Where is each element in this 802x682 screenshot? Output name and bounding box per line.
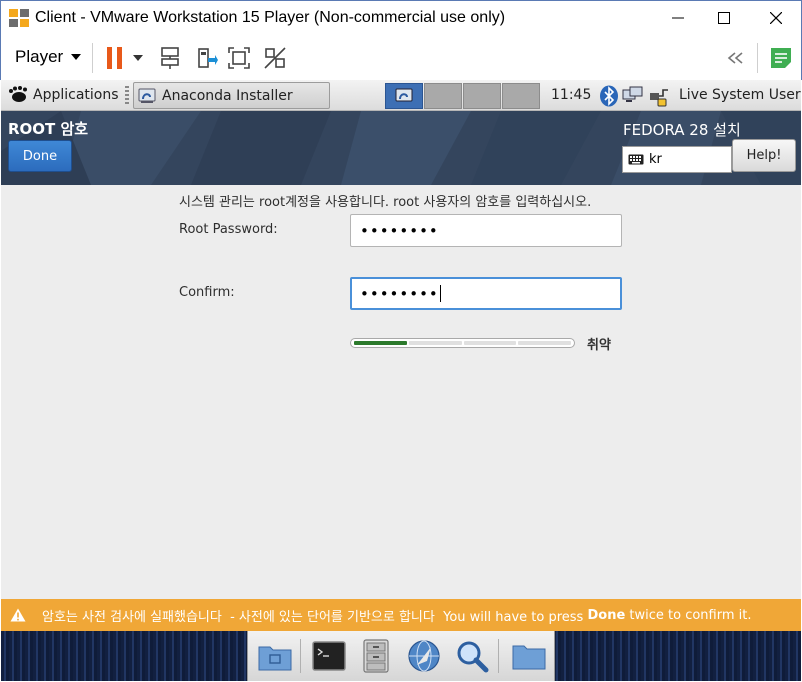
- notes-icon: [771, 48, 791, 68]
- root-password-value: ••••••••: [360, 221, 439, 240]
- anaconda-icon: [138, 88, 156, 103]
- file-cabinet-icon: [363, 639, 389, 673]
- folder-launcher[interactable]: [510, 637, 548, 675]
- gnome-top-panel: Applications Anaconda Installer 11:45 Li…: [1, 80, 801, 111]
- home-folder-launcher[interactable]: [256, 637, 294, 675]
- confirm-password-input[interactable]: ••••••••: [350, 277, 622, 310]
- clock[interactable]: 11:45: [551, 87, 591, 103]
- toolbar-divider: [757, 43, 758, 73]
- network-adapter-button[interactable]: [157, 45, 183, 71]
- search-icon: [457, 641, 489, 673]
- web-browser-icon: [408, 640, 440, 672]
- power-options-dropdown[interactable]: [131, 45, 145, 71]
- spoke-title: ROOT 암호: [8, 120, 89, 138]
- text-caret: [439, 285, 441, 302]
- vmware-logo-icon: [8, 8, 30, 28]
- strength-segment: [463, 341, 517, 345]
- strength-segment: [518, 341, 571, 345]
- workspace-2[interactable]: [424, 83, 462, 109]
- applications-menu[interactable]: Applications: [7, 86, 119, 104]
- dock-divider: [300, 639, 301, 673]
- folder-icon: [512, 645, 546, 670]
- bluetooth-icon: [600, 85, 618, 107]
- warning-message-suffix: twice to confirm it.: [625, 607, 752, 623]
- form-description: 시스템 관리는 root계정을 사용합니다. root 사용자의 암호를 입력하…: [179, 195, 592, 210]
- notes-button[interactable]: [768, 45, 794, 71]
- bottom-dock: [1, 631, 801, 681]
- panel-grip[interactable]: [125, 86, 129, 106]
- root-password-label: Root Password:: [179, 222, 278, 237]
- unity-button[interactable]: [262, 45, 288, 71]
- password-strength-label: 취약: [587, 338, 611, 353]
- workspace-3[interactable]: [463, 83, 501, 109]
- window-titlebar: Client - VMware Workstation 15 Player (N…: [0, 0, 802, 35]
- pause-icon: [107, 47, 122, 69]
- warning-icon: [10, 608, 26, 622]
- removable-devices-button[interactable]: [193, 45, 219, 71]
- file-cabinet-launcher[interactable]: [357, 637, 395, 675]
- collapse-icon: [727, 52, 743, 64]
- terminal-launcher[interactable]: [310, 637, 348, 675]
- window-title: Client - VMware Workstation 15 Player (N…: [35, 9, 506, 26]
- home-folder-icon: [258, 646, 292, 671]
- workspace-1[interactable]: [385, 83, 423, 109]
- fit-guest-icon: [228, 47, 250, 69]
- strength-segment: [408, 341, 462, 345]
- workspace-4[interactable]: [502, 83, 540, 109]
- network-adapter-icon: [161, 47, 179, 69]
- done-button[interactable]: Done: [8, 140, 72, 172]
- anaconda-window-icon: [395, 88, 413, 102]
- keyboard-icon: [628, 154, 644, 165]
- player-menu-label: Player: [15, 47, 64, 66]
- pause-button[interactable]: [103, 45, 127, 71]
- removable-device-icon: [198, 48, 218, 68]
- minimize-button[interactable]: [655, 1, 701, 35]
- close-icon: [770, 12, 782, 24]
- keyboard-layout-label: kr: [649, 152, 662, 167]
- confirm-password-label: Confirm:: [179, 285, 235, 300]
- strength-segment: [354, 341, 407, 345]
- confirm-password-value: ••••••••: [360, 284, 439, 303]
- anaconda-header: ROOT 암호 Done FEDORA 28 설치 kr Help!: [1, 111, 801, 185]
- dropdown-arrow-icon: [71, 54, 82, 60]
- dock-launcher-bar: [247, 631, 555, 681]
- vmware-toolbar: Player: [0, 35, 802, 80]
- root-password-input[interactable]: ••••••••: [350, 214, 622, 247]
- keyboard-layout-indicator[interactable]: kr: [622, 146, 732, 173]
- toolbar-divider: [92, 43, 93, 73]
- password-warning-bar[interactable]: 암호는 사전 검사에 실패했습니다 - 사전에 있는 단어를 기반으로 합니다 …: [1, 599, 801, 631]
- vm-display[interactable]: Applications Anaconda Installer 11:45 Li…: [1, 80, 801, 681]
- unity-icon: [264, 47, 286, 69]
- help-button[interactable]: Help!: [732, 139, 796, 172]
- gnome-foot-icon: [9, 86, 27, 102]
- terminal-icon: [312, 641, 346, 671]
- collapse-toolbar-button[interactable]: [723, 45, 749, 71]
- network-icon: [622, 86, 643, 102]
- maximize-icon: [718, 12, 730, 24]
- chevron-down-icon: [133, 55, 143, 61]
- search-launcher[interactable]: [453, 637, 491, 675]
- taskbar-item-label: Anaconda Installer: [162, 87, 293, 104]
- bluetooth-tray-button[interactable]: [598, 84, 620, 108]
- password-strength-bar: [350, 338, 575, 348]
- applications-label: Applications: [33, 87, 119, 103]
- warning-done-emphasis: Done: [587, 607, 626, 623]
- network-tray-button[interactable]: [622, 84, 644, 108]
- minimize-icon: [672, 17, 684, 19]
- taskbar-item-anaconda[interactable]: Anaconda Installer: [133, 82, 330, 109]
- product-title: FEDORA 28 설치: [623, 121, 741, 139]
- dock-divider: [498, 639, 499, 673]
- power-tray-button[interactable]: [648, 84, 670, 108]
- fit-guest-button[interactable]: [226, 45, 252, 71]
- power-icon: [650, 89, 668, 107]
- user-menu[interactable]: Live System User: [679, 87, 801, 103]
- warning-message-text: 암호는 사전 검사에 실패했습니다 - 사전에 있는 단어를 기반으로 합니다 …: [42, 609, 588, 625]
- player-menu-button[interactable]: Player: [15, 47, 82, 67]
- maximize-button[interactable]: [701, 1, 747, 35]
- web-browser-launcher[interactable]: [405, 637, 443, 675]
- close-button[interactable]: [753, 1, 799, 35]
- root-password-form: 시스템 관리는 root계정을 사용합니다. root 사용자의 암호를 입력하…: [1, 185, 801, 599]
